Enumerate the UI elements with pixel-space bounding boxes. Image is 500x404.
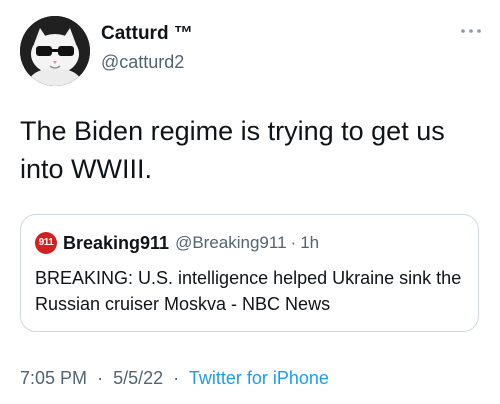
quoted-tweet[interactable]: 911 Breaking911 @Breaking911 · 1h BREAKI… [20,214,479,332]
tweet-footer: 7:05 PM · 5/5/22 · Twitter for iPhone [20,366,329,390]
author-info: Catturd ™ @catturd2 [101,22,193,74]
tweet-text: The Biden regime is trying to get us int… [20,116,445,184]
quoted-tweet-text: BREAKING: U.S. intelligence helped Ukrai… [35,268,462,314]
quoted-author-name[interactable]: Breaking911 [63,233,169,254]
quoted-author-avatar[interactable]: 911 [35,232,57,254]
quoted-separator: · [290,233,297,252]
quoted-author-handle[interactable]: @Breaking911 [175,233,286,253]
quoted-tweet-header: 911 Breaking911 @Breaking911 · 1h [35,231,319,255]
footer-separator: · [97,368,104,388]
tweet-time[interactable]: 7:05 PM [20,368,87,388]
tweet-source-link[interactable]: Twitter for iPhone [189,368,329,388]
footer-separator: · [173,368,180,388]
author-handle[interactable]: @catturd2 [101,50,193,74]
more-horizontal-icon[interactable] [460,26,482,36]
author-avatar[interactable] [20,16,90,86]
author-display-name[interactable]: Catturd ™ [101,22,193,46]
quoted-time[interactable]: 1h [300,233,319,253]
tweet-card: Catturd ™ @catturd2 The Biden regime is … [0,0,500,404]
cat-avatar-icon [20,16,90,86]
tweet-date[interactable]: 5/5/22 [113,368,163,388]
